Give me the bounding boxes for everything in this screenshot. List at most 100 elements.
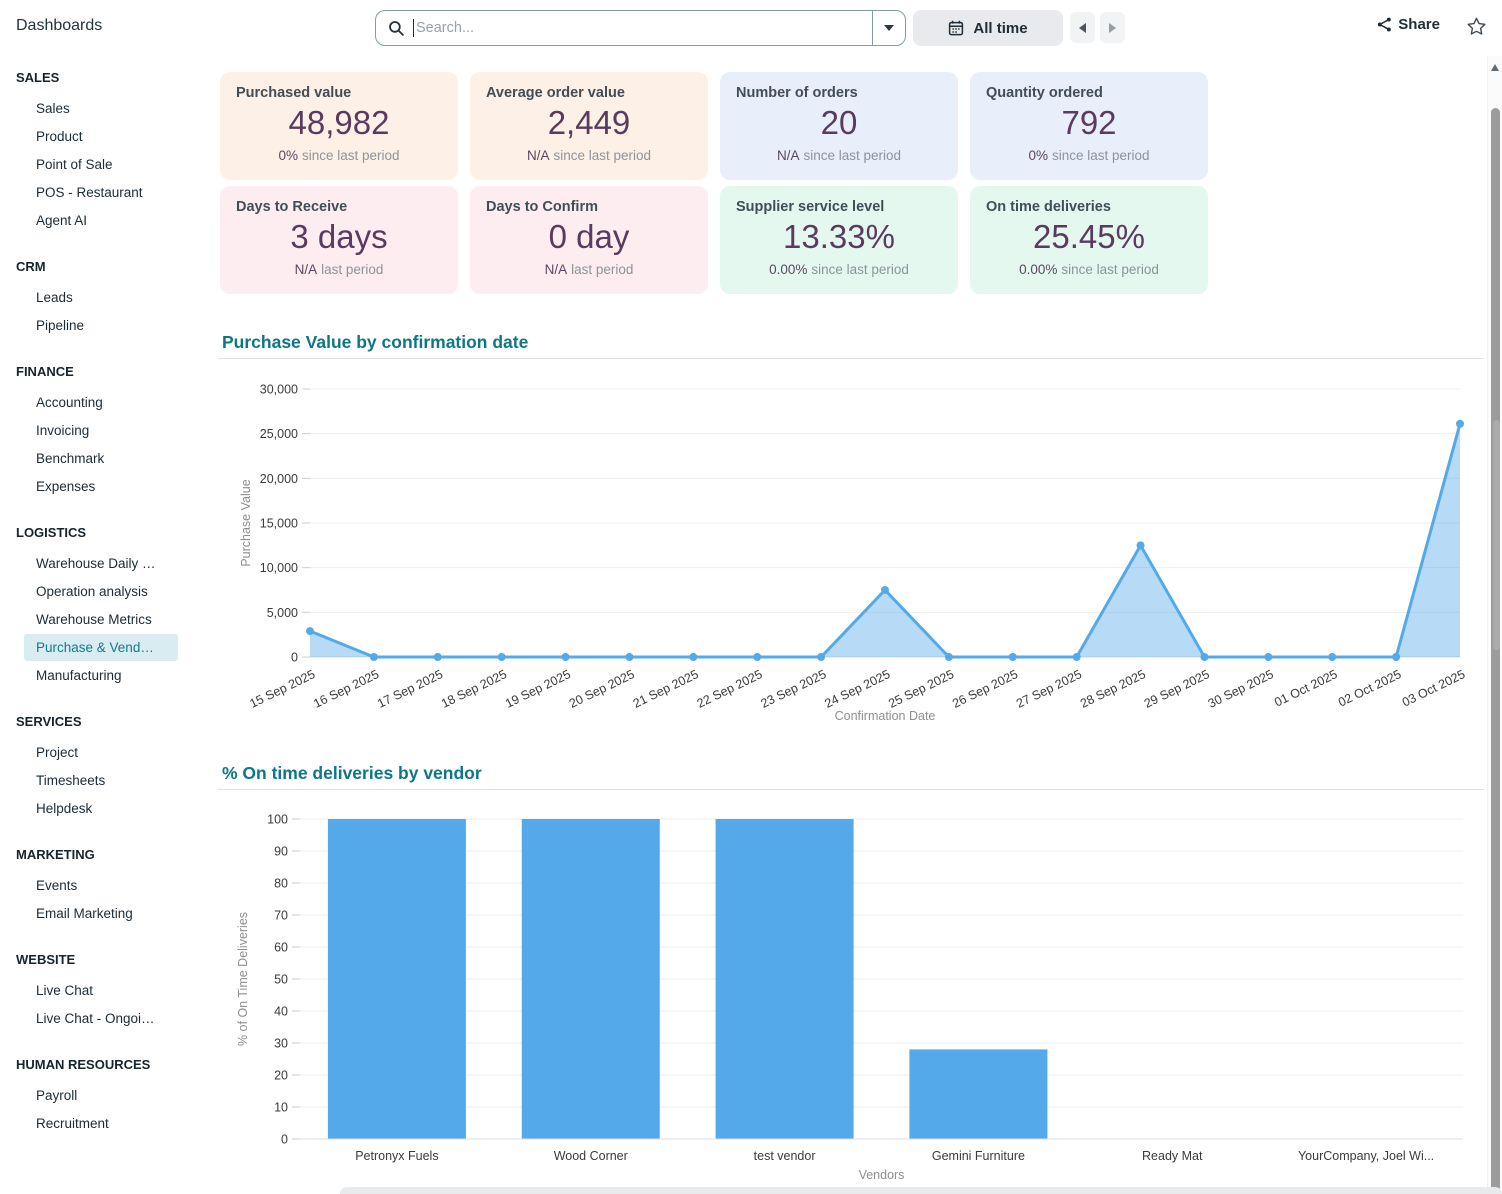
sidebar-item-project[interactable]: Project: [24, 739, 178, 766]
ontime-deliveries-chart[interactable]: 0102030405060708090100Petronyx FuelsWood…: [200, 803, 1502, 1194]
line-data-point[interactable]: [945, 653, 953, 661]
svg-text:80: 80: [274, 877, 288, 891]
line-data-point[interactable]: [1456, 420, 1464, 428]
line-data-point[interactable]: [1392, 653, 1400, 661]
kpi-delta-value: N/A: [777, 148, 800, 163]
line-data-point[interactable]: [1137, 541, 1145, 549]
line-data-point[interactable]: [306, 627, 314, 635]
sidebar-section-label: WEBSITE: [0, 948, 200, 977]
x-tick-label: YourCompany, Joel Wi...: [1298, 1149, 1434, 1163]
sidebar-item-payroll[interactable]: Payroll: [24, 1082, 178, 1109]
sidebar-scrollbar-thumb[interactable]: [1491, 108, 1500, 1192]
kpi-grid: Purchased value48,9820%since last period…: [220, 72, 1208, 294]
sidebar-item-purchase-vend[interactable]: Purchase & Vend…: [24, 634, 178, 661]
sidebar-item-manufacturing[interactable]: Manufacturing: [24, 662, 178, 689]
sidebar-item-pos-restaurant[interactable]: POS - Restaurant: [24, 179, 178, 206]
kpi-card-days-to-confirm: Days to Confirm0 dayN/Alast period: [470, 186, 708, 294]
kpi-card-purchased-value: Purchased value48,9820%since last period: [220, 72, 458, 180]
previous-period-button[interactable]: [1070, 12, 1095, 43]
svg-text:90: 90: [274, 845, 288, 859]
kpi-value: 2,449: [486, 104, 692, 142]
kpi-title: Number of orders: [736, 85, 942, 101]
kpi-value: 0 day: [486, 218, 692, 256]
line-data-point[interactable]: [1009, 653, 1017, 661]
sidebar-section-label: LOGISTICS: [0, 521, 200, 550]
sidebar-item-leads[interactable]: Leads: [24, 284, 178, 311]
bar-test-vendor[interactable]: [716, 819, 854, 1139]
kpi-delta-value: N/A: [295, 262, 318, 277]
section-divider: [218, 358, 1484, 359]
sidebar-item-benchmark[interactable]: Benchmark: [24, 445, 178, 472]
sidebar-item-warehouse-daily[interactable]: Warehouse Daily …: [24, 550, 178, 577]
main-scrollbar-thumb[interactable]: [1493, 420, 1500, 650]
sidebar-item-email-marketing[interactable]: Email Marketing: [24, 900, 178, 927]
svg-text:20: 20: [274, 1069, 288, 1083]
x-tick-label: 20 Sep 2025: [567, 667, 637, 711]
sidebar-section-crm: CRMLeadsPipeline: [0, 255, 200, 339]
scroll-up-arrow-icon[interactable]: [1491, 64, 1499, 71]
kpi-value: 3 days: [236, 218, 442, 256]
sidebar-item-sales[interactable]: Sales: [24, 95, 178, 122]
sidebar-section-logistics: LOGISTICSWarehouse Daily …Operation anal…: [0, 521, 200, 689]
search-dropdown-toggle[interactable]: [872, 11, 905, 45]
section-divider: [218, 789, 1484, 790]
line-data-point[interactable]: [370, 653, 378, 661]
line-data-point[interactable]: [498, 653, 506, 661]
kpi-value: 792: [986, 104, 1192, 142]
sidebar-item-live-chat[interactable]: Live Chat: [24, 977, 178, 1004]
x-tick-label: 30 Sep 2025: [1206, 667, 1276, 711]
kpi-title: Average order value: [486, 85, 692, 101]
svg-text:10,000: 10,000: [260, 561, 298, 575]
line-data-point[interactable]: [1073, 653, 1081, 661]
sidebar-item-recruitment[interactable]: Recruitment: [24, 1110, 178, 1137]
search-box[interactable]: [375, 10, 906, 46]
favorite-button[interactable]: [1466, 16, 1487, 37]
share-button[interactable]: Share: [1377, 16, 1440, 33]
x-tick-label: Gemini Furniture: [932, 1149, 1025, 1163]
svg-text:20,000: 20,000: [260, 472, 298, 486]
sidebar-item-timesheets[interactable]: Timesheets: [24, 767, 178, 794]
bar-wood-corner[interactable]: [522, 819, 660, 1139]
kpi-card-supplier-service-level: Supplier service level13.33%0.00%since l…: [720, 186, 958, 294]
x-tick-label: 29 Sep 2025: [1142, 667, 1212, 711]
purchase-value-chart[interactable]: 05,00010,00015,00020,00025,00030,00015 S…: [200, 378, 1502, 743]
sidebar-section-services: SERVICESProjectTimesheetsHelpdesk: [0, 710, 200, 822]
sidebar-section-sales: SALESSalesProductPoint of SalePOS - Rest…: [0, 66, 200, 234]
sidebar-item-agent-ai[interactable]: Agent AI: [24, 207, 178, 234]
sidebar-item-warehouse-metrics[interactable]: Warehouse Metrics: [24, 606, 178, 633]
line-data-point[interactable]: [562, 653, 570, 661]
search-input[interactable]: [414, 13, 872, 43]
bar-gemini-furniture[interactable]: [909, 1049, 1047, 1139]
x-tick-label: 22 Sep 2025: [695, 667, 765, 711]
sidebar-item-events[interactable]: Events: [24, 872, 178, 899]
line-data-point[interactable]: [689, 653, 697, 661]
line-data-point[interactable]: [753, 653, 761, 661]
sidebar-item-point-of-sale[interactable]: Point of Sale: [24, 151, 178, 178]
bar-petronyx-fuels[interactable]: [328, 819, 466, 1139]
line-data-point[interactable]: [434, 653, 442, 661]
line-data-point[interactable]: [817, 653, 825, 661]
sidebar-item-helpdesk[interactable]: Helpdesk: [24, 795, 178, 822]
x-tick-label: 23 Sep 2025: [759, 667, 829, 711]
kpi-value: 20: [736, 104, 942, 142]
sidebar-item-invoicing[interactable]: Invoicing: [24, 417, 178, 444]
sidebar-item-operation-analysis[interactable]: Operation analysis: [24, 578, 178, 605]
kpi-delta-value: 0%: [278, 148, 298, 163]
sidebar-item-product[interactable]: Product: [24, 123, 178, 150]
kpi-delta-caption: since last period: [1061, 262, 1159, 277]
next-period-button[interactable]: [1100, 12, 1125, 43]
line-data-point[interactable]: [1264, 653, 1272, 661]
period-filter-button[interactable]: All time: [913, 10, 1063, 46]
sidebar-item-pipeline[interactable]: Pipeline: [24, 312, 178, 339]
sidebar-item-accounting[interactable]: Accounting: [24, 389, 178, 416]
x-tick-label: 03 Oct 2025: [1400, 667, 1467, 709]
line-data-point[interactable]: [1328, 653, 1336, 661]
line-data-point[interactable]: [881, 586, 889, 594]
line-data-point[interactable]: [625, 653, 633, 661]
svg-text:25,000: 25,000: [260, 427, 298, 441]
sidebar-item-expenses[interactable]: Expenses: [24, 473, 178, 500]
kpi-delta-value: N/A: [545, 262, 568, 277]
sidebar-item-live-chat-ongoi[interactable]: Live Chat - Ongoi…: [24, 1005, 178, 1032]
svg-text:50: 50: [274, 973, 288, 987]
line-data-point[interactable]: [1200, 653, 1208, 661]
